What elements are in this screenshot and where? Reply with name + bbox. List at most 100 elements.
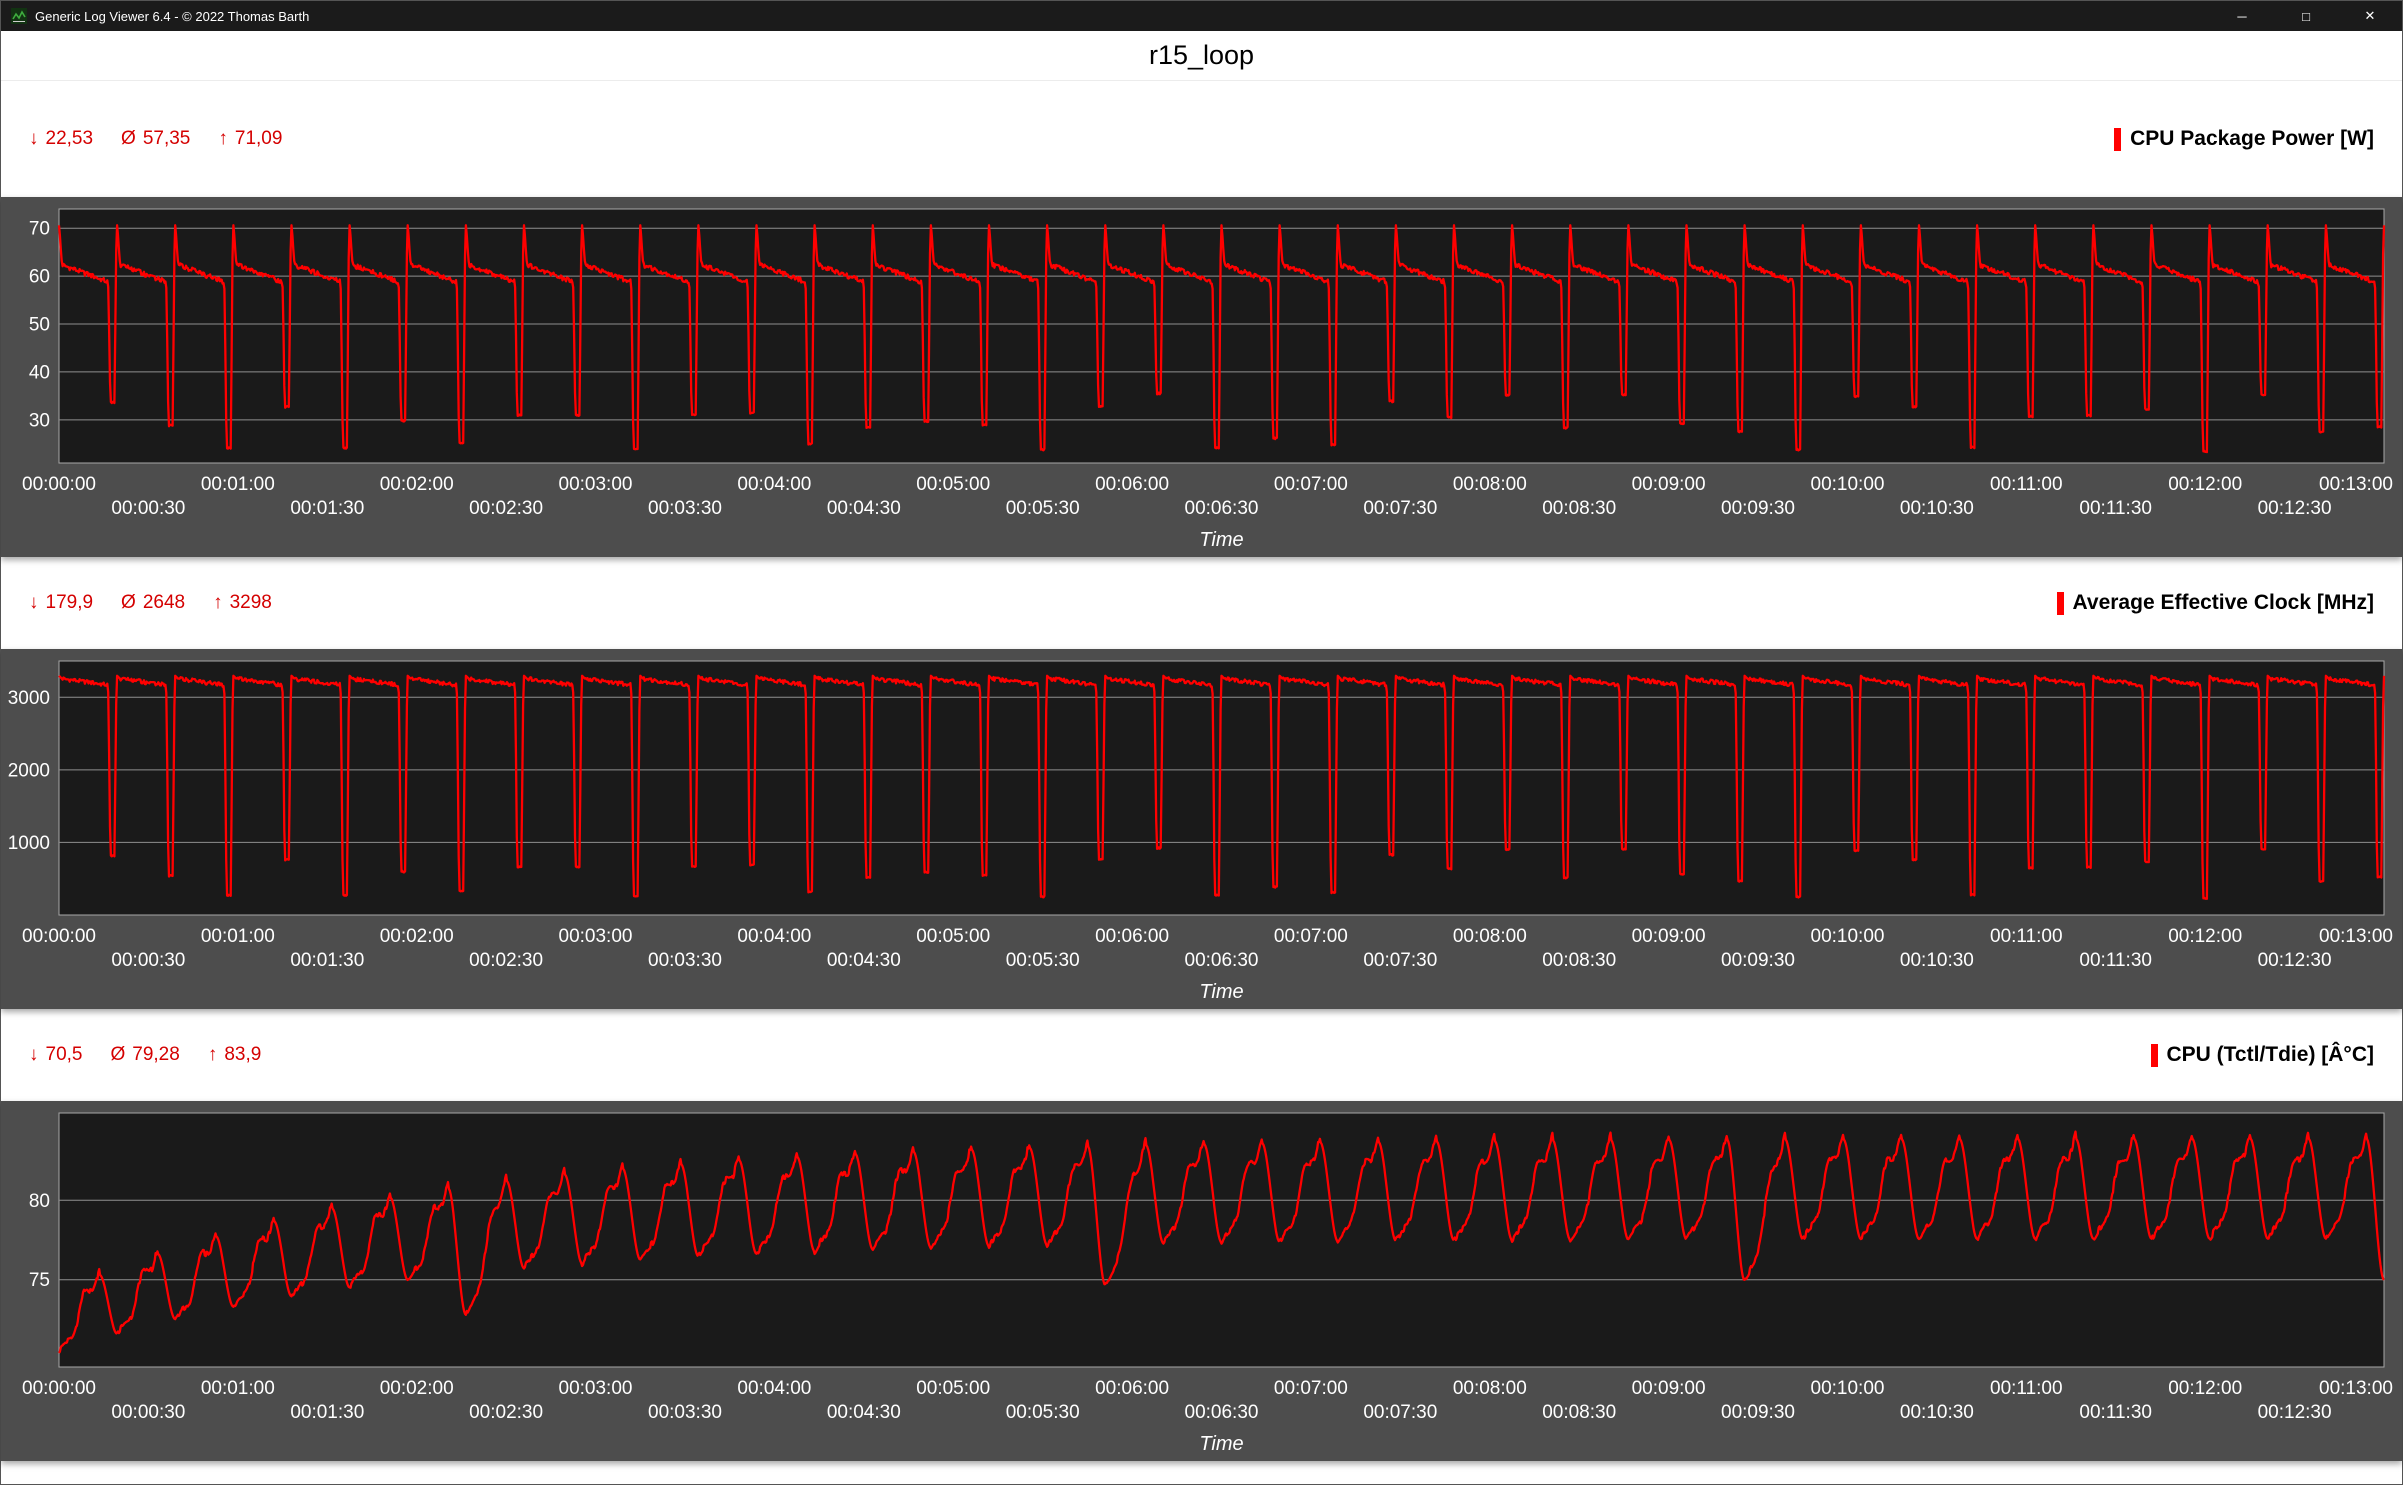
chart-panel-temperature: ↓70,5 Ø79,28 ↑83,9 CPU (Tctl/Tdie) [Â°C]… [1, 1009, 2402, 1461]
window-title: Generic Log Viewer 6.4 - © 2022 Thomas B… [35, 9, 309, 24]
svg-text:80: 80 [29, 1191, 50, 1212]
svg-text:00:08:30: 00:08:30 [1542, 950, 1616, 971]
stats-row-power: ↓ 22,53 Ø 57,35 ↑ 71,09 CPU Package Power [… [1, 81, 2402, 197]
svg-text:00:06:30: 00:06:30 [1185, 1402, 1259, 1423]
min-arrow-icon: ↓ [29, 592, 39, 614]
svg-text:Time: Time [1199, 529, 1243, 551]
svg-text:60: 60 [29, 267, 50, 288]
svg-text:00:03:00: 00:03:00 [559, 1378, 633, 1399]
svg-text:50: 50 [29, 315, 50, 336]
legend-color-bar [2057, 592, 2064, 615]
svg-text:00:08:00: 00:08:00 [1453, 926, 1527, 947]
legend-clock: Average Effective Clock [MHz] [2057, 591, 2374, 615]
svg-text:00:00:00: 00:00:00 [22, 1378, 96, 1399]
temperature-chart-canvas[interactable]: 758000:00:0000:01:0000:02:0000:03:0000:0… [1, 1101, 2402, 1461]
average-icon: Ø [121, 592, 136, 614]
svg-text:00:02:30: 00:02:30 [469, 950, 543, 971]
svg-text:00:00:00: 00:00:00 [22, 926, 96, 947]
svg-text:00:05:00: 00:05:00 [916, 1378, 990, 1399]
svg-text:00:06:30: 00:06:30 [1185, 498, 1259, 519]
svg-text:00:00:30: 00:00:30 [111, 498, 185, 519]
svg-text:00:10:00: 00:10:00 [1811, 474, 1885, 495]
svg-text:00:05:00: 00:05:00 [916, 474, 990, 495]
svg-text:00:04:30: 00:04:30 [827, 498, 901, 519]
stat-avg-value: 2648 [143, 592, 185, 614]
svg-text:Time: Time [1199, 1433, 1243, 1455]
stat-avg-value: 57,35 [143, 128, 191, 150]
svg-text:00:00:30: 00:00:30 [111, 950, 185, 971]
svg-text:00:11:00: 00:11:00 [1990, 1378, 2063, 1399]
chart-clock: 10002000300000:00:0000:01:0000:02:0000:0… [1, 649, 2402, 1009]
min-arrow-icon: ↓ [29, 128, 39, 150]
max-arrow-icon: ↑ [208, 1044, 218, 1066]
stat-max-value: 71,09 [235, 128, 283, 150]
maximize-button[interactable]: □ [2274, 1, 2338, 31]
average-icon: Ø [110, 1044, 125, 1066]
svg-text:00:10:00: 00:10:00 [1811, 926, 1885, 947]
minimize-button[interactable]: ─ [2210, 1, 2274, 31]
min-arrow-icon: ↓ [29, 1044, 39, 1066]
svg-text:3000: 3000 [8, 688, 50, 709]
svg-text:00:03:30: 00:03:30 [648, 498, 722, 519]
svg-text:Time: Time [1199, 981, 1243, 1003]
svg-text:00:12:30: 00:12:30 [2258, 498, 2332, 519]
svg-text:00:13:00: 00:13:00 [2319, 926, 2393, 947]
svg-text:70: 70 [29, 219, 50, 240]
chart-stats-temperature: ↓70,5 Ø79,28 ↑83,9 [29, 1044, 261, 1066]
svg-text:00:11:00: 00:11:00 [1990, 926, 2063, 947]
legend-color-bar [2151, 1044, 2158, 1067]
clock-chart-canvas[interactable]: 10002000300000:00:0000:01:0000:02:0000:0… [1, 649, 2402, 1009]
svg-text:00:09:30: 00:09:30 [1721, 950, 1795, 971]
svg-text:00:04:00: 00:04:00 [737, 926, 811, 947]
svg-text:00:08:30: 00:08:30 [1542, 498, 1616, 519]
close-button[interactable]: ✕ [2338, 1, 2402, 31]
svg-text:40: 40 [29, 362, 50, 383]
svg-text:00:09:00: 00:09:00 [1632, 474, 1706, 495]
stat-min-value: 179,9 [46, 592, 94, 614]
svg-text:00:03:00: 00:03:00 [559, 926, 633, 947]
svg-text:00:09:30: 00:09:30 [1721, 498, 1795, 519]
page-title: r15_loop [1, 31, 2402, 81]
svg-text:00:00:30: 00:00:30 [111, 1402, 185, 1423]
legend-temperature: CPU (Tctl/Tdie) [Â°C] [2151, 1043, 2375, 1067]
svg-text:00:08:00: 00:08:00 [1453, 474, 1527, 495]
svg-text:00:08:30: 00:08:30 [1542, 1402, 1616, 1423]
svg-text:00:07:30: 00:07:30 [1363, 1402, 1437, 1423]
chart-panel-power: ↓ 22,53 Ø 57,35 ↑ 71,09 CPU Package Power [… [1, 81, 2402, 557]
stat-min: ↓ 70,5 [29, 1044, 82, 1066]
chart-panel-clock: ↓ 179,9 Ø 2648 ↑3298 Average Effective Clo… [1, 557, 2402, 1009]
legend-label: CPU Package Power [W] [2130, 127, 2374, 151]
svg-text:00:10:00: 00:10:00 [1811, 1378, 1885, 1399]
stat-max-value: 83,9 [224, 1044, 261, 1066]
max-arrow-icon: ↑ [218, 128, 228, 150]
average-icon: Ø [121, 128, 136, 150]
svg-text:00:02:00: 00:02:00 [380, 474, 454, 495]
stat-min-value: 70,5 [46, 1044, 83, 1066]
svg-text:00:06:00: 00:06:00 [1095, 926, 1169, 947]
stat-avg: Ø 2648 [121, 592, 185, 614]
svg-text:00:05:30: 00:05:30 [1006, 498, 1080, 519]
svg-text:00:12:30: 00:12:30 [2258, 1402, 2332, 1423]
svg-text:30: 30 [29, 410, 50, 431]
svg-text:00:00:00: 00:00:00 [22, 474, 96, 495]
stat-min-value: 22,53 [46, 128, 94, 150]
svg-text:00:04:00: 00:04:00 [737, 474, 811, 495]
svg-text:00:06:30: 00:06:30 [1185, 950, 1259, 971]
stat-max: ↑3298 [213, 592, 272, 614]
legend-label: Average Effective Clock [MHz] [2073, 591, 2374, 615]
svg-text:00:01:00: 00:01:00 [201, 474, 275, 495]
legend-color-bar [2114, 128, 2121, 151]
svg-text:00:02:00: 00:02:00 [380, 926, 454, 947]
chart-stats-clock: ↓ 179,9 Ø 2648 ↑3298 [29, 592, 272, 614]
stat-max-value: 3298 [230, 592, 272, 614]
svg-text:00:04:30: 00:04:30 [827, 1402, 901, 1423]
power-chart-canvas[interactable]: 30 40 50 60 70 00:00:00 00:01:00 00:02:00 00:03:… [1, 197, 2402, 557]
svg-text:00:09:30: 00:09:30 [1721, 1402, 1795, 1423]
window-controls: ─ □ ✕ [2210, 1, 2402, 31]
svg-text:00:06:00: 00:06:00 [1095, 474, 1169, 495]
svg-text:00:07:00: 00:07:00 [1274, 1378, 1348, 1399]
legend-label: CPU (Tctl/Tdie) [Â°C] [2167, 1043, 2375, 1067]
svg-text:00:12:30: 00:12:30 [2258, 950, 2332, 971]
svg-text:00:01:30: 00:01:30 [290, 498, 364, 519]
svg-text:00:07:00: 00:07:00 [1274, 926, 1348, 947]
